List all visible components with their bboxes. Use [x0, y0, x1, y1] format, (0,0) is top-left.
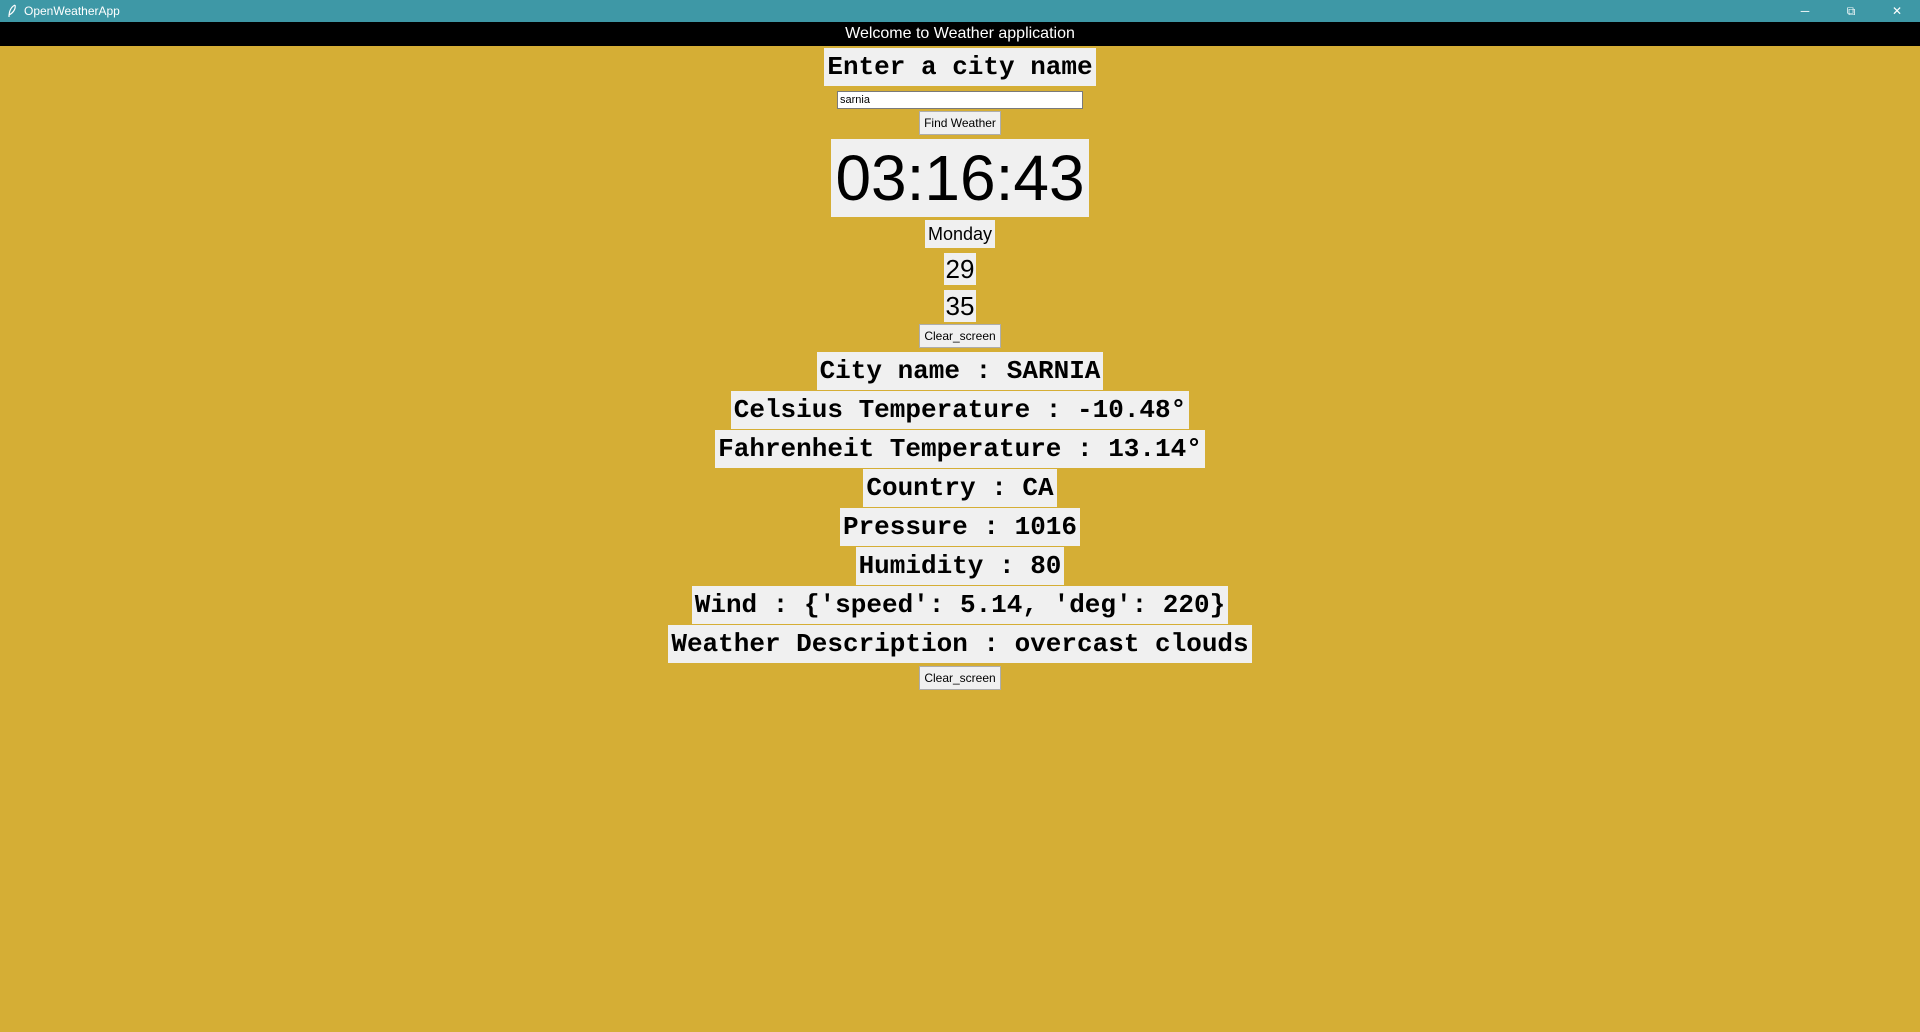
clear-screen-button-bottom[interactable]: Clear_screen: [919, 666, 1001, 690]
fahrenheit-label: Fahrenheit Temperature : 13.14°: [715, 430, 1205, 468]
clear-screen-button-top[interactable]: Clear_screen: [919, 324, 1001, 348]
wind-label: Wind : {'speed': 5.14, 'deg': 220}: [691, 586, 1229, 624]
city-prompt-label: Enter a city name: [824, 48, 1096, 86]
close-button[interactable]: ✕: [1874, 0, 1920, 22]
clock-number-1: 29: [943, 253, 977, 285]
city-name-label: City name : SARNIA: [816, 352, 1104, 390]
clock-number-2: 35: [943, 290, 977, 322]
restore-button[interactable]: ⧉: [1828, 0, 1874, 22]
window-titlebar: OpenWeatherApp ─ ⧉ ✕: [0, 0, 1920, 22]
weather-results: City name : SARNIA Celsius Temperature :…: [668, 352, 1252, 664]
pressure-label: Pressure : 1016: [839, 508, 1081, 546]
city-input[interactable]: [837, 91, 1083, 109]
window-title: OpenWeatherApp: [24, 4, 120, 18]
welcome-banner: Welcome to Weather application: [0, 22, 1920, 46]
feather-icon: [2, 0, 22, 22]
clock-day: Monday: [924, 220, 996, 248]
clock-time: 03:16:43: [831, 139, 1089, 217]
celsius-label: Celsius Temperature : -10.48°: [730, 391, 1190, 429]
country-label: Country : CA: [863, 469, 1057, 507]
weather-description-label: Weather Description : overcast clouds: [668, 625, 1252, 663]
find-weather-button[interactable]: Find Weather: [919, 111, 1001, 135]
window-controls: ─ ⧉ ✕: [1782, 0, 1920, 22]
humidity-label: Humidity : 80: [855, 547, 1065, 585]
main-content: Enter a city name Find Weather 03:16:43 …: [0, 48, 1920, 690]
minimize-button[interactable]: ─: [1782, 0, 1828, 22]
